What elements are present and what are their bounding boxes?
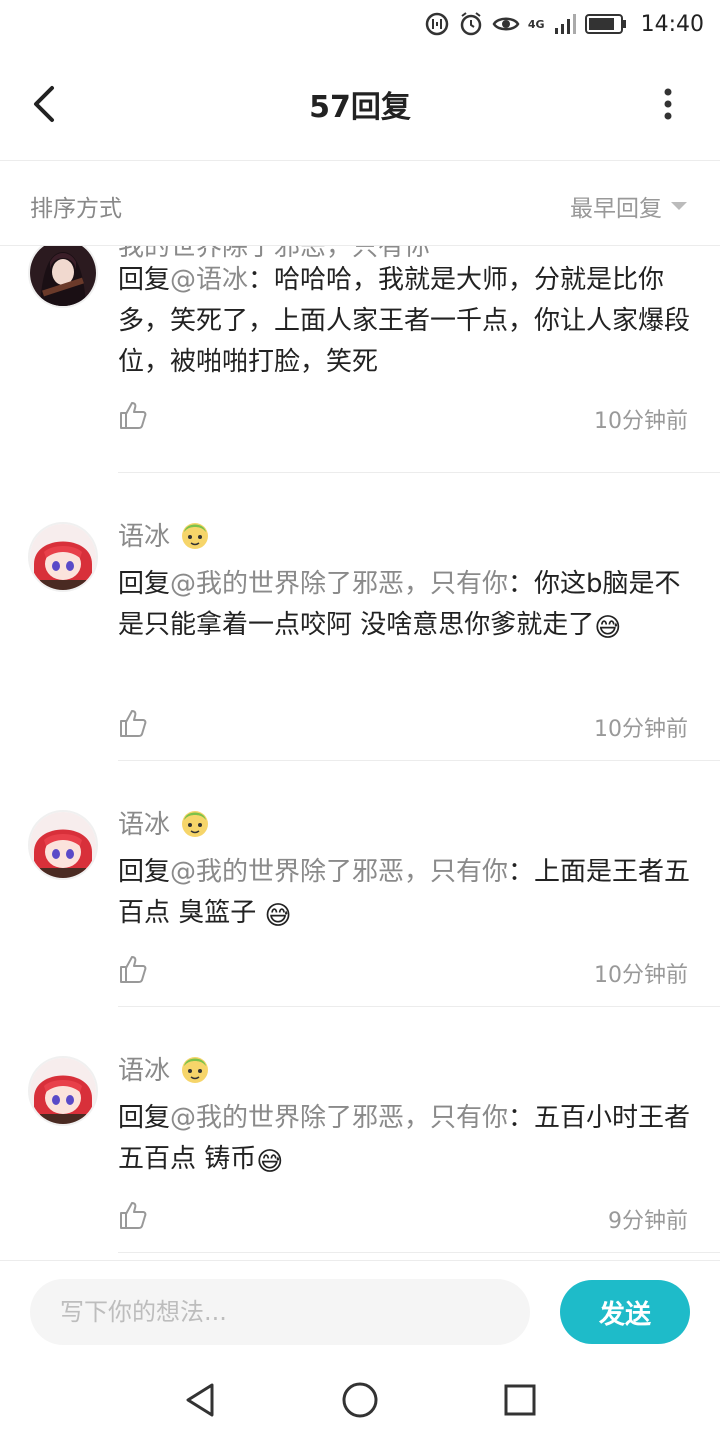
thumbs-up-icon — [120, 1202, 147, 1229]
alarm-icon — [460, 12, 482, 36]
network-type-label: 4G — [527, 17, 545, 31]
sort-dropdown[interactable]: 最早回复 — [570, 189, 688, 223]
status-time: 14:40 — [640, 11, 704, 37]
circle-home-icon — [342, 1382, 378, 1418]
emoji: 😅 — [594, 613, 622, 643]
comment-body: 回复@语冰：哈哈哈，我就是大师，分就是比你多，笑死了，上面人家王者一千点，你让人… — [118, 260, 696, 383]
emoji: 😅 — [256, 1147, 284, 1177]
like-button[interactable] — [118, 1200, 148, 1230]
comment-body: 回复@我的世界除了邪恶，只有你：上面是王者五百点 臭篮子 😅 — [118, 852, 696, 934]
reply-prefix: 回复 — [118, 857, 171, 887]
avatar[interactable] — [30, 246, 96, 306]
nav-back-button[interactable] — [180, 1380, 220, 1420]
eye-icon — [492, 17, 520, 31]
status-icons: 4G 14:40 — [424, 9, 704, 39]
mention-link[interactable]: @我的世界除了邪恶，只有你 — [170, 857, 508, 887]
username-text: 语冰 — [118, 522, 171, 552]
comment-item: 语冰 回复@我的世界除了邪恶，只有你：上面是王者五百点 臭篮子 😅 10分钟前 — [0, 762, 720, 1008]
title-bar: 57回复 — [0, 48, 720, 161]
like-button[interactable] — [118, 708, 148, 738]
comment-body: 回复@我的世界除了邪恶，只有你：五百小时王者五百点 铸币😅 — [118, 1098, 696, 1180]
mention-link[interactable]: @语冰 — [170, 265, 248, 295]
separator: ： — [248, 265, 275, 295]
page-title: 57回复 — [309, 90, 411, 125]
nav-home-button[interactable] — [340, 1380, 380, 1420]
comment-username[interactable]: 语冰 — [118, 804, 212, 841]
emoji: 😅 — [264, 901, 292, 931]
thumbs-up-icon — [120, 402, 147, 429]
divider — [118, 1006, 720, 1007]
separator: ： — [508, 569, 535, 599]
more-vertical-icon — [664, 88, 672, 120]
comment-item: 我的世界除了邪恶，只有你 回复@语冰：哈哈哈，我就是大师，分就是比你多，笑死了，… — [0, 246, 720, 474]
separator: ： — [508, 1103, 535, 1133]
thumbs-up-icon — [120, 710, 147, 737]
avatar[interactable] — [30, 1058, 96, 1124]
reply-prefix: 回复 — [118, 569, 171, 599]
separator: ： — [508, 857, 535, 887]
mention-link[interactable]: @我的世界除了邪恶，只有你 — [170, 569, 508, 599]
battery-icon — [584, 14, 626, 34]
comment-time: 10分钟前 — [594, 717, 688, 742]
comment-list[interactable]: 我的世界除了邪恶，只有你 回复@语冰：哈哈哈，我就是大师，分就是比你多，笑死了，… — [0, 246, 720, 1260]
data-saver-icon — [425, 12, 449, 36]
comment-item: 语冰 回复@我的世界除了邪恶，只有你：五百小时王者五百点 铸币😅 9分钟前 — [0, 1008, 720, 1254]
system-nav-bar — [0, 1364, 720, 1440]
divider — [118, 760, 720, 761]
divider — [118, 1252, 720, 1253]
caret-down-icon — [671, 202, 687, 210]
send-button[interactable]: 发送 — [560, 1280, 690, 1344]
comment-time: 9分钟前 — [608, 1209, 688, 1234]
status-bar: 4G 14:40 — [0, 0, 720, 48]
sort-value: 最早回复 — [570, 196, 662, 222]
divider — [118, 472, 720, 473]
mention-link[interactable]: @我的世界除了邪恶，只有你 — [170, 1103, 508, 1133]
sort-label: 排序方式 — [30, 196, 122, 222]
user-badge-icon — [182, 810, 209, 837]
comment-username[interactable]: 语冰 — [118, 1050, 212, 1087]
user-badge-icon — [182, 1056, 209, 1083]
like-button[interactable] — [118, 400, 148, 430]
comment-time: 10分钟前 — [594, 963, 688, 988]
comment-body: 回复@我的世界除了邪恶，只有你：你这b脑是不是只能拿着一点咬阿 没啥意思你爹就走… — [118, 564, 696, 646]
sort-bar: 排序方式 最早回复 — [0, 161, 720, 246]
square-recents-icon — [504, 1384, 536, 1416]
avatar[interactable] — [30, 812, 96, 878]
comment-time: 10分钟前 — [594, 409, 688, 434]
comment-input[interactable] — [30, 1279, 530, 1345]
comment-username[interactable]: 语冰 — [118, 516, 212, 553]
user-badge-icon — [182, 522, 209, 549]
username-text: 语冰 — [118, 810, 171, 840]
thumbs-up-icon — [120, 956, 147, 983]
reply-prefix: 回复 — [118, 265, 171, 295]
signal-icon — [554, 14, 576, 34]
username-text: 语冰 — [118, 1056, 171, 1086]
like-button[interactable] — [118, 954, 148, 984]
triangle-back-icon — [186, 1383, 214, 1417]
comment-item: 语冰 回复@我的世界除了邪恶，只有你：你这b脑是不是只能拿着一点咬阿 没啥意思你… — [0, 474, 720, 762]
nav-recents-button[interactable] — [500, 1380, 540, 1420]
reply-prefix: 回复 — [118, 1103, 171, 1133]
more-options-button[interactable] — [658, 84, 678, 124]
composer-bar: 发送 — [0, 1260, 720, 1365]
avatar[interactable] — [30, 524, 96, 590]
